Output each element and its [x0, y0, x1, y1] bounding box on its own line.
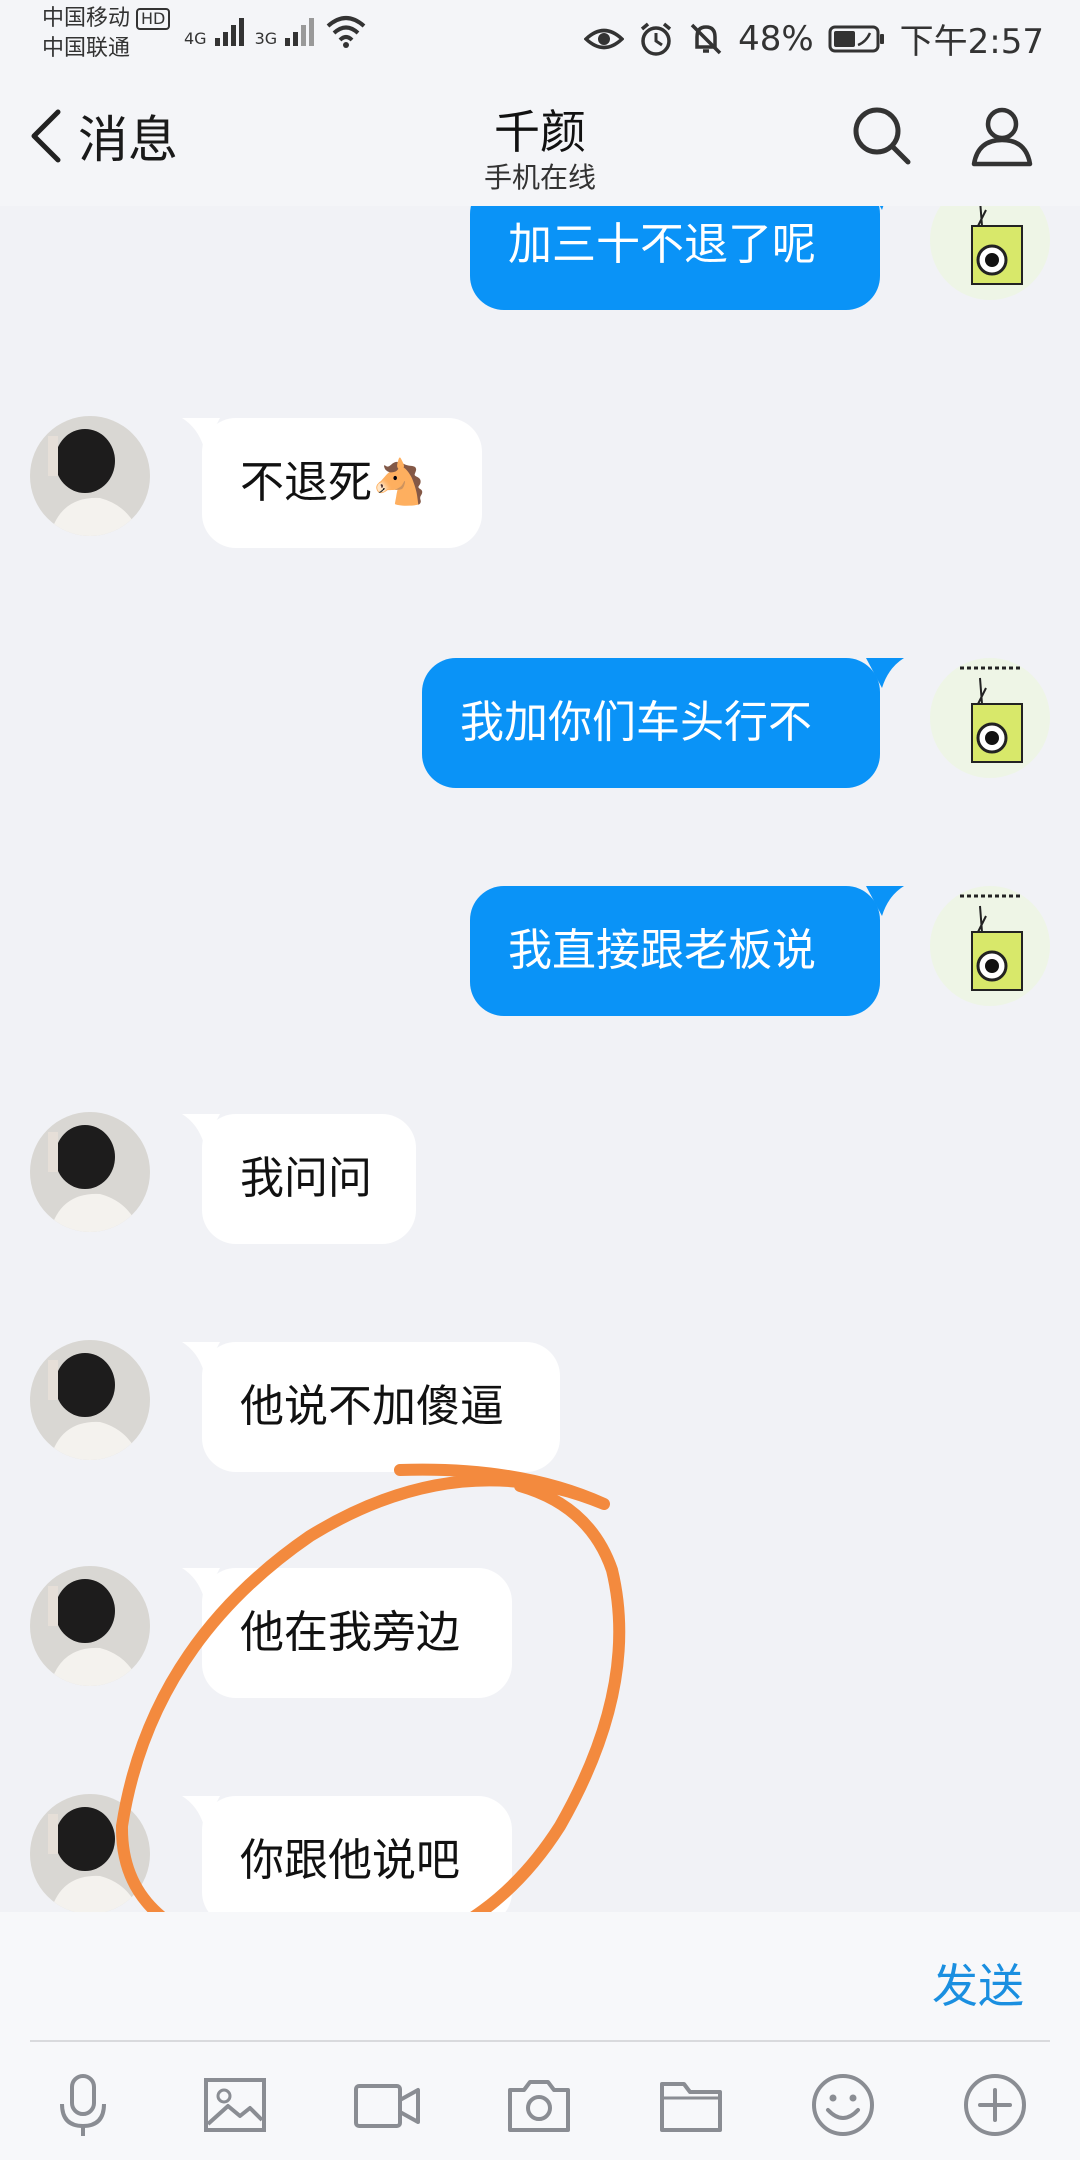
plus-icon[interactable] [960, 2070, 1030, 2140]
contact-name: 千颜 [494, 105, 586, 159]
signal-icon [285, 18, 315, 46]
wifi-icon [326, 16, 366, 48]
bottom-toolbar [0, 2042, 1080, 2160]
hd-badge: HD [136, 8, 171, 30]
network-4g-label: 4G [184, 29, 207, 48]
carrier-info: 中国移动 HD 中国联通 [42, 4, 171, 64]
input-bar[interactable]: 发送 [0, 1912, 1080, 2042]
send-button[interactable]: 发送 [932, 1950, 1024, 2016]
search-icon[interactable] [850, 104, 914, 168]
battery-percent: 48% [738, 18, 814, 59]
video-icon[interactable] [352, 2070, 422, 2140]
folder-icon[interactable] [656, 2070, 726, 2140]
microphone-icon[interactable] [48, 2070, 118, 2140]
network-3g-label: 3G [254, 29, 278, 48]
signal-icon [214, 18, 244, 46]
image-icon[interactable] [200, 2070, 270, 2140]
chat-header: 消息 千颜 手机在线 [0, 74, 1080, 206]
carrier-primary: 中国移动 [42, 6, 131, 31]
chat-area[interactable]: 加三十不退了呢 不退死🐴 我加你们车头行不 我直接跟老板说 我问问 他说不加傻逼… [0, 206, 1080, 1912]
emoji-icon[interactable] [808, 2070, 878, 2140]
eye-icon [584, 28, 625, 49]
battery-icon [828, 25, 884, 52]
status-bar: 中国移动 HD 中国联通 4G 3G 48% 下午2:57 [0, 0, 1080, 74]
contact-status: 手机在线 [483, 161, 596, 194]
annotation-circle [115, 1463, 626, 1912]
status-right: 48% 下午2:57 [584, 14, 1044, 63]
alarm-icon [640, 22, 672, 56]
mute-bell-icon [690, 23, 722, 54]
carrier-secondary: 中国联通 [42, 36, 131, 61]
signal-group: 4G 3G [184, 14, 367, 48]
clock-time: 下午2:57 [899, 22, 1044, 62]
camera-icon[interactable] [504, 2070, 574, 2140]
profile-icon[interactable] [970, 104, 1034, 168]
